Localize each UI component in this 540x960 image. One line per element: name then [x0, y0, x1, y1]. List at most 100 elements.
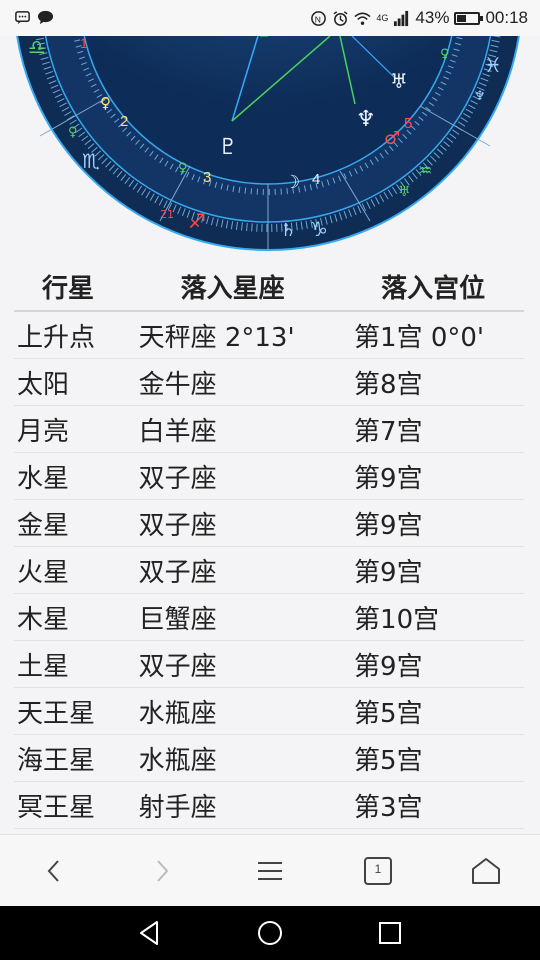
nav-recents-button[interactable]	[375, 918, 405, 948]
libra-glyph: ♎	[28, 36, 46, 59]
sign-cell: 金牛座	[138, 369, 217, 400]
house-cell: 第5宫	[354, 698, 423, 729]
degree-label: 21	[160, 208, 174, 221]
status-indicators: N 4G 43% 00:18	[310, 8, 528, 28]
uranus-glyph: ♅	[390, 69, 408, 93]
tabs-button[interactable]: 1	[360, 853, 396, 889]
table-row: 金星 双子座 第9宫	[14, 500, 524, 547]
house-cell: 第8宫	[354, 369, 423, 400]
planet-cell: 上升点	[17, 322, 96, 353]
table-row: 木星 巨蟹座 第10宫	[14, 594, 524, 641]
small-glyph: ♅	[398, 184, 411, 200]
menu-button[interactable]	[252, 853, 288, 889]
small-glyph: ♀	[440, 47, 450, 62]
browser-toolbar: 1	[0, 834, 540, 907]
house-cell: 第9宫	[354, 510, 423, 541]
planet-cell: 太阳	[17, 369, 70, 400]
planet-cell: 木星	[17, 604, 70, 635]
sign-cell: 双子座	[138, 651, 217, 682]
sign-cell: 白羊座	[138, 416, 217, 447]
sign-cell: 巨蟹座	[138, 604, 217, 635]
alarm-icon	[333, 10, 348, 26]
nfc-icon: N	[311, 10, 327, 26]
small-glyph: ♆	[474, 89, 486, 104]
battery-percent: 43%	[415, 8, 450, 27]
network-type: 4G	[376, 12, 389, 23]
sign-cell: 双子座	[138, 557, 217, 588]
planet-cell: 冥王星	[17, 792, 96, 823]
svg-text:N: N	[315, 14, 321, 24]
header-house: 落入宫位	[381, 273, 486, 304]
table-row: 火星 双子座 第9宫	[14, 547, 524, 594]
house-cell: 第7宫	[354, 416, 423, 447]
house-number: 1	[80, 36, 88, 51]
mars-glyph: ♂	[384, 128, 400, 149]
sagittarius-glyph: ♐	[188, 209, 206, 233]
venus-glyph: ♀	[100, 94, 111, 112]
table-row: 海王星 水瓶座 第5宫	[14, 735, 524, 782]
table-row: 土星 双子座 第9宫	[14, 641, 524, 688]
planet-cell: 天王星	[17, 698, 96, 729]
planet-cell: 金星	[17, 510, 70, 541]
planet-cell: 海王星	[17, 745, 96, 776]
sign-cell: 水瓶座	[138, 745, 217, 776]
forward-button[interactable]	[144, 853, 180, 889]
saturn-glyph: ♄	[280, 220, 296, 241]
header-planet: 行星	[42, 273, 95, 304]
header-sign: 落入星座	[180, 273, 285, 304]
message-icon	[15, 11, 30, 25]
house-cell: 第1宫 0°0'	[354, 322, 485, 353]
house-number: 2	[120, 113, 128, 130]
sign-cell: 双子座	[138, 463, 217, 494]
sign-cell: 双子座	[138, 510, 217, 541]
planet-table: 行星 落入星座 落入宫位 上升点 天秤座 2°13' 第1宫 0°0' 太阳 金牛座 第8…	[14, 262, 524, 829]
house-cell: 第9宫	[354, 651, 423, 682]
capricorn-glyph: ♑	[310, 217, 328, 241]
astrology-chart: ♎ ♏ ♐ ♑ ♓ 21 ♂ ♀ ☽ ♇ ♆ ♅ ♄ ♀ ♀ ♅ ♒ ♀ ♆ 1…	[0, 36, 540, 258]
sign-cell: 水瓶座	[138, 698, 217, 729]
table-row: 上升点 天秤座 2°13' 第1宫 0°0'	[14, 312, 524, 359]
table-row: 太阳 金牛座 第8宫	[14, 359, 524, 406]
battery-icon	[454, 11, 484, 25]
planet-cell: 月亮	[17, 416, 70, 447]
table-row: 水星 双子座 第9宫	[14, 453, 524, 500]
battery-fill	[457, 14, 467, 22]
small-glyph: ♀	[178, 161, 188, 176]
table-row: 天王星 水瓶座 第5宫	[14, 688, 524, 735]
tab-count: 1	[374, 862, 382, 876]
table-row: 冥王星 射手座 第3宫	[14, 782, 524, 829]
neptune-glyph: ♆	[356, 107, 376, 132]
pluto-glyph: ♇	[218, 135, 238, 160]
nav-back-button[interactable]	[135, 918, 165, 948]
house-cell: 第3宫	[354, 792, 423, 823]
house-cell: 第9宫	[354, 463, 423, 494]
planet-cell: 土星	[17, 651, 70, 682]
planet-cell: 水星	[17, 463, 70, 494]
sign-cell: 天秤座 2°13'	[138, 322, 295, 353]
status-bar: N 4G 43% 00:18	[0, 0, 540, 36]
house-number: 3	[203, 169, 211, 186]
sign-cell: 射手座	[138, 792, 217, 823]
house-cell: 第5宫	[354, 745, 423, 776]
natal-chart-wheel: ♎ ♏ ♐ ♑ ♓ 21 ♂ ♀ ☽ ♇ ♆ ♅ ♄ ♀ ♀ ♅ ♒ ♀ ♆ 1…	[16, 36, 520, 251]
pisces-glyph: ♓	[484, 53, 502, 77]
table-header: 行星 落入星座 落入宫位	[14, 262, 524, 312]
chat-bubble-icon	[37, 10, 54, 25]
moon-glyph: ☽	[284, 172, 300, 193]
house-cell: 第9宫	[354, 557, 423, 588]
signal-icon	[394, 10, 409, 26]
small-glyph: ♀	[68, 125, 78, 140]
system-nav-bar	[0, 906, 540, 960]
table-row: 月亮 白羊座 第7宫	[14, 406, 524, 453]
house-cell: 第10宫	[354, 604, 440, 635]
aquarius-glyph: ♒	[418, 161, 432, 180]
planet-cell: 火星	[17, 557, 70, 588]
house-number: 5	[404, 115, 412, 132]
wifi-icon	[354, 12, 371, 25]
home-button[interactable]	[468, 853, 504, 889]
back-button[interactable]	[36, 853, 72, 889]
scorpio-glyph: ♏	[82, 149, 100, 173]
nav-home-button[interactable]	[255, 918, 285, 948]
house-number: 4	[312, 171, 320, 188]
status-notifications	[14, 9, 54, 26]
